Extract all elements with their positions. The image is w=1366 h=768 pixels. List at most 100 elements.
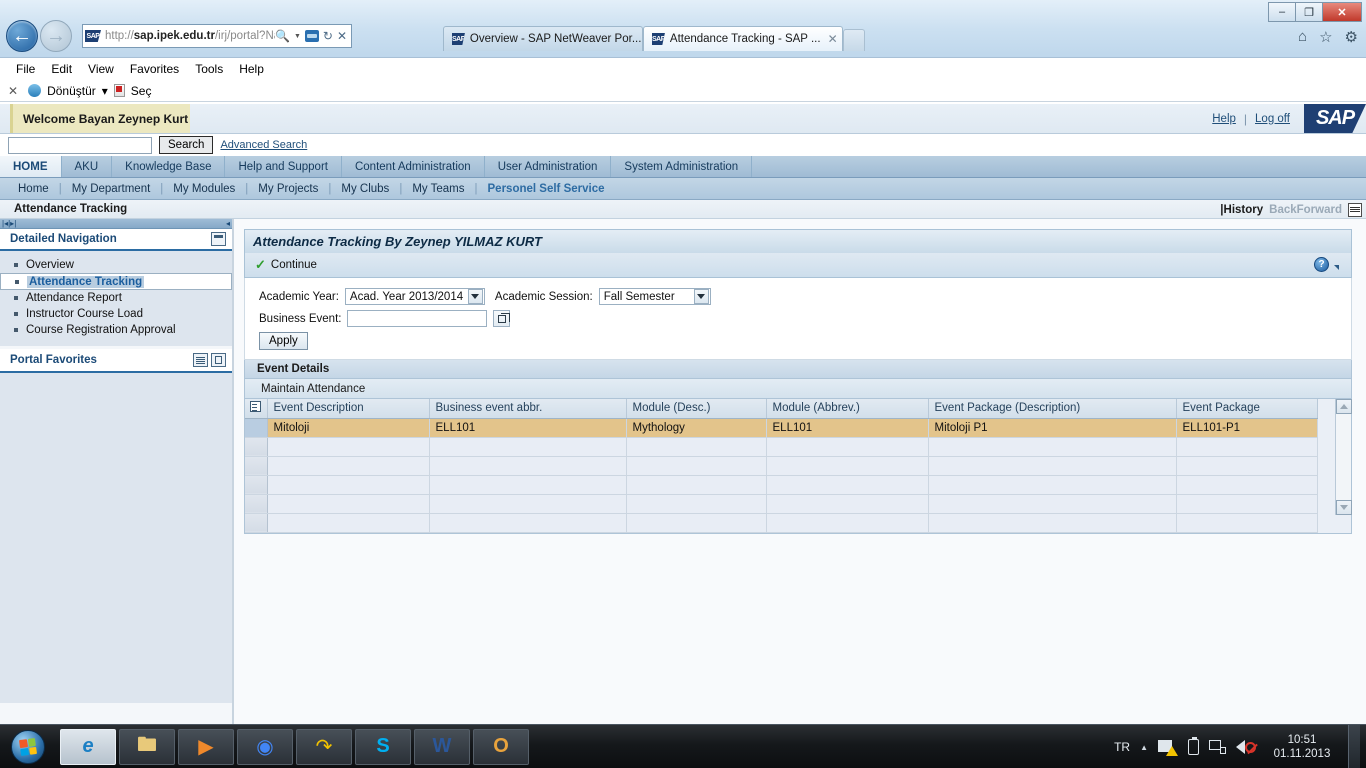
magnifier-icon[interactable]: 🔍 [275, 29, 290, 43]
value-help-icon[interactable] [493, 310, 511, 327]
nav-tab-home[interactable]: HOME [0, 156, 62, 177]
row-selector[interactable] [245, 475, 268, 495]
help-dropdown-icon[interactable] [1334, 265, 1339, 270]
table-row[interactable]: Mitoloji ELL101 Mythology ELL101 Mitoloj… [245, 418, 1318, 438]
column-header-module-desc[interactable]: Module (Desc.) [626, 399, 767, 419]
table-row[interactable] [245, 494, 1318, 514]
menu-file[interactable]: File [8, 62, 43, 76]
address-bar[interactable]: SAP http://sap.ipek.edu.tr/irj/portal?Na… [82, 24, 352, 48]
scroll-down-arrow[interactable] [1336, 500, 1352, 515]
row-selector[interactable] [245, 437, 268, 457]
chevron-down-icon[interactable] [693, 289, 709, 304]
sidebar-item-overview[interactable]: Overview [0, 257, 232, 273]
new-tab-button[interactable] [843, 29, 865, 51]
nav-collapse-icon[interactable]: ◂ [226, 219, 230, 228]
star-icon[interactable]: ☆ [1319, 28, 1332, 46]
rss-feed-icon[interactable] [304, 30, 319, 42]
gear-icon[interactable]: ⚙ [1345, 28, 1358, 46]
battery-icon[interactable] [1188, 737, 1199, 755]
search-button[interactable]: Search [159, 136, 214, 154]
column-header-event-package-description[interactable]: Event Package (Description) [928, 399, 1177, 419]
action-center-flag-icon[interactable] [1158, 739, 1178, 756]
table-row[interactable] [245, 437, 1318, 457]
list-view-icon[interactable] [193, 353, 208, 367]
table-row[interactable] [245, 513, 1318, 533]
help-link[interactable]: Help [1212, 113, 1236, 125]
restore-button[interactable]: ❐ [1295, 2, 1323, 22]
nav-tab-help-and-support[interactable]: Help and Support [225, 156, 342, 177]
academic-year-select[interactable]: Acad. Year 2013/2014 [344, 288, 485, 305]
network-icon[interactable] [1209, 740, 1226, 754]
subnav-my-projects[interactable]: My Projects [248, 183, 328, 195]
menu-list-icon[interactable] [1348, 202, 1362, 217]
row-selector[interactable] [245, 494, 268, 514]
history-label[interactable]: |History [1220, 204, 1263, 216]
subnav-my-clubs[interactable]: My Clubs [331, 183, 399, 195]
taskbar-skype[interactable]: S [355, 728, 411, 765]
forward-arrow-icon[interactable]: → [40, 20, 72, 52]
menu-view[interactable]: View [80, 62, 122, 76]
nav-pane-resizer[interactable]: |◂|▸| ◂ [0, 219, 232, 229]
taskbar-internet-explorer[interactable]: e [60, 728, 116, 765]
convert-button[interactable]: Dönüştür [47, 84, 96, 98]
taskbar-yellow-arrow-app[interactable]: ↷ [296, 728, 352, 765]
browser-tab-attendance-tracking[interactable]: SAP Attendance Tracking - SAP ... ✕ [643, 26, 843, 51]
column-header-business-event-abbr[interactable]: Business event abbr. [429, 399, 627, 419]
row-selector[interactable] [245, 456, 268, 476]
row-selector[interactable] [245, 513, 268, 533]
menu-tools[interactable]: Tools [187, 62, 231, 76]
sidebar-item-attendance-tracking[interactable]: Attendance Tracking [0, 273, 232, 290]
chevron-down-icon[interactable]: ▼ [294, 33, 301, 40]
show-hidden-icons-icon[interactable]: ▲ [1140, 743, 1148, 752]
menu-edit[interactable]: Edit [43, 62, 80, 76]
clock[interactable]: 10:51 01.11.2013 [1266, 733, 1338, 761]
column-header-event-description[interactable]: Event Description [267, 399, 430, 419]
close-button[interactable]: ✕ [1322, 2, 1362, 22]
advanced-search-link[interactable]: Advanced Search [220, 139, 307, 151]
column-header-module-abbrev[interactable]: Module (Abbrev.) [766, 399, 929, 419]
volume-muted-icon[interactable] [1236, 739, 1256, 755]
table-row[interactable] [245, 456, 1318, 476]
apply-button[interactable]: Apply [259, 332, 308, 350]
taskbar-microsoft-outlook[interactable]: O [473, 728, 529, 765]
maximize-icon[interactable] [211, 353, 226, 367]
subnav-my-modules[interactable]: My Modules [163, 183, 245, 195]
home-icon[interactable]: ⌂ [1298, 28, 1307, 46]
back-arrow-icon[interactable]: ← [6, 20, 38, 52]
academic-session-select[interactable]: Fall Semester [598, 288, 711, 305]
column-header-event-package[interactable]: Event Package [1176, 399, 1318, 419]
table-settings-icon[interactable] [245, 399, 268, 419]
row-selector[interactable] [245, 418, 268, 438]
nav-first-icon[interactable]: |◂|▸| [2, 219, 16, 228]
taskbar-media-player[interactable]: ▶ [178, 728, 234, 765]
menu-help[interactable]: Help [231, 62, 272, 76]
subnav-my-department[interactable]: My Department [62, 183, 161, 195]
browser-tab-overview[interactable]: SAP Overview - SAP NetWeaver Por... [443, 26, 643, 51]
taskbar-file-explorer[interactable]: 🖿 [119, 728, 175, 765]
refresh-icon[interactable]: ↻ [323, 29, 333, 43]
minimize-icon[interactable] [211, 232, 226, 246]
business-event-input[interactable] [347, 310, 488, 327]
back-forward-label[interactable]: BackForward [1269, 204, 1342, 216]
nav-tab-aku[interactable]: AKU [62, 156, 113, 177]
table-row[interactable] [245, 475, 1318, 495]
nav-tab-user-administration[interactable]: User Administration [485, 156, 612, 177]
stop-x-icon[interactable]: ✕ [337, 29, 347, 43]
subnav-home[interactable]: Home [8, 183, 59, 195]
taskbar-google-chrome[interactable]: ◉ [237, 728, 293, 765]
question-help-icon[interactable]: ? [1314, 257, 1329, 272]
scroll-up-arrow[interactable] [1336, 399, 1352, 414]
close-icon[interactable]: ✕ [828, 32, 838, 46]
logoff-link[interactable]: Log off [1255, 113, 1290, 125]
subnav-personel-self-service[interactable]: Personel Self Service [478, 183, 615, 195]
nav-tab-content-administration[interactable]: Content Administration [342, 156, 485, 177]
start-button[interactable] [2, 727, 54, 767]
chevron-down-icon[interactable]: ▾ [102, 84, 108, 98]
nav-tab-system-administration[interactable]: System Administration [611, 156, 753, 177]
menu-favorites[interactable]: Favorites [122, 62, 187, 76]
minimize-button[interactable]: – [1268, 2, 1296, 22]
continue-button[interactable]: Continue [271, 259, 317, 271]
taskbar-microsoft-word[interactable]: W [414, 728, 470, 765]
language-indicator[interactable]: TR [1114, 740, 1130, 754]
subnav-my-teams[interactable]: My Teams [402, 183, 474, 195]
